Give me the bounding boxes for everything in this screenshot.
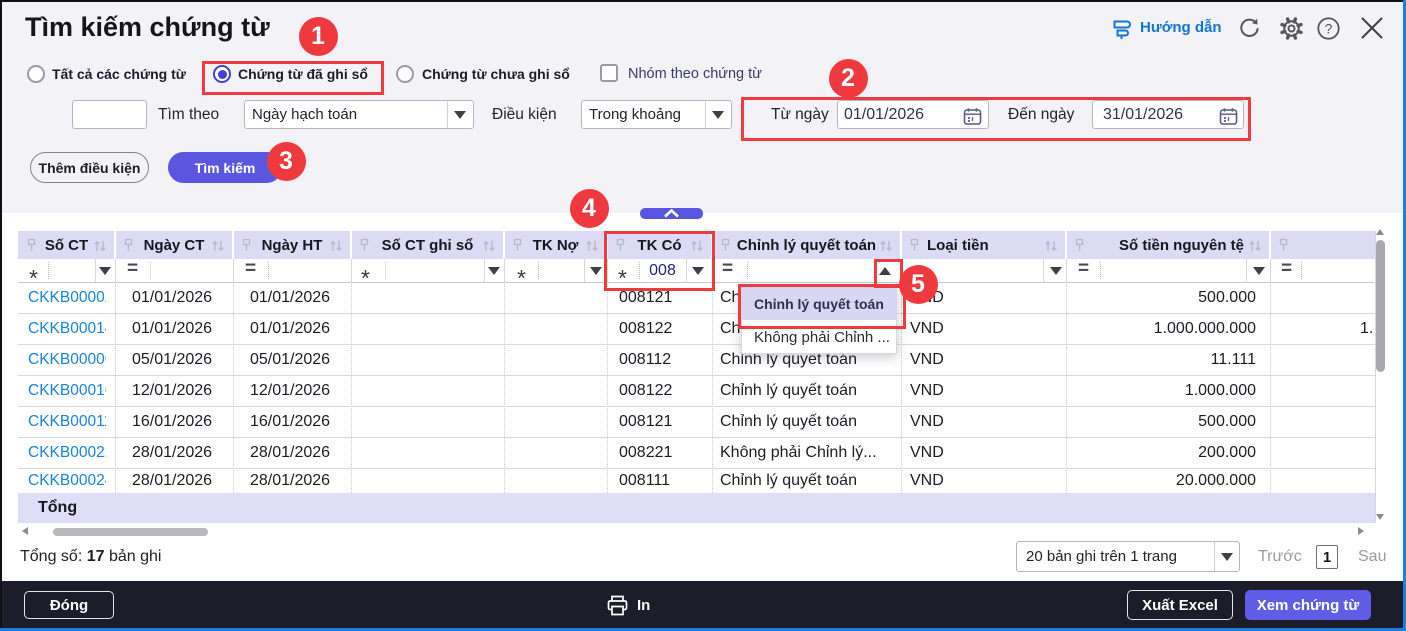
svg-text:?: ? <box>1325 21 1333 37</box>
